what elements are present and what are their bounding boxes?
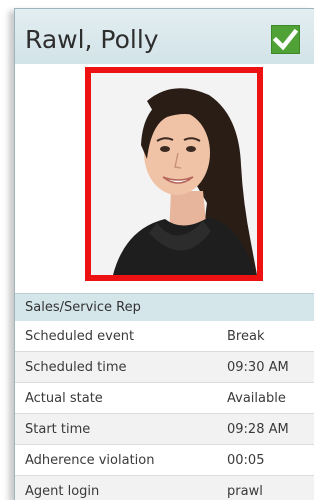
detail-value: 00:05: [227, 453, 265, 468]
agent-card-header: Rawl, Polly: [15, 9, 314, 64]
detail-row-agent-login: Agent login prawl: [15, 476, 314, 500]
detail-row-start-time: Start time 09:28 AM: [15, 414, 314, 445]
detail-label: Scheduled event: [25, 329, 135, 344]
detail-value: Break: [227, 329, 265, 344]
detail-value: Available: [227, 391, 286, 406]
agent-card: Rawl, Polly Sales/Service Rep Scheduled …: [14, 8, 314, 500]
detail-label: Start time: [25, 422, 91, 437]
agent-role: Sales/Service Rep: [25, 300, 141, 315]
detail-row-scheduled-time: Scheduled time 09:30 AM: [15, 352, 314, 383]
agent-role-bar: Sales/Service Rep: [15, 293, 314, 321]
detail-row-scheduled-event: Scheduled event Break: [15, 321, 314, 352]
agent-details-table: Scheduled event Break Scheduled time 09:…: [15, 321, 314, 500]
agent-photo: [85, 67, 263, 281]
detail-label: Agent login: [25, 484, 100, 499]
detail-row-actual-state: Actual state Available: [15, 383, 314, 414]
green-check-icon: [271, 25, 300, 54]
detail-value: 09:28 AM: [227, 422, 289, 437]
detail-label: Actual state: [25, 391, 103, 406]
detail-label: Adherence violation: [25, 453, 155, 468]
detail-row-adherence-violation: Adherence violation 00:05: [15, 445, 314, 476]
detail-value: prawl: [227, 484, 263, 499]
detail-value: 09:30 AM: [227, 360, 289, 375]
detail-label: Scheduled time: [25, 360, 127, 375]
agent-name: Rawl, Polly: [25, 25, 159, 54]
